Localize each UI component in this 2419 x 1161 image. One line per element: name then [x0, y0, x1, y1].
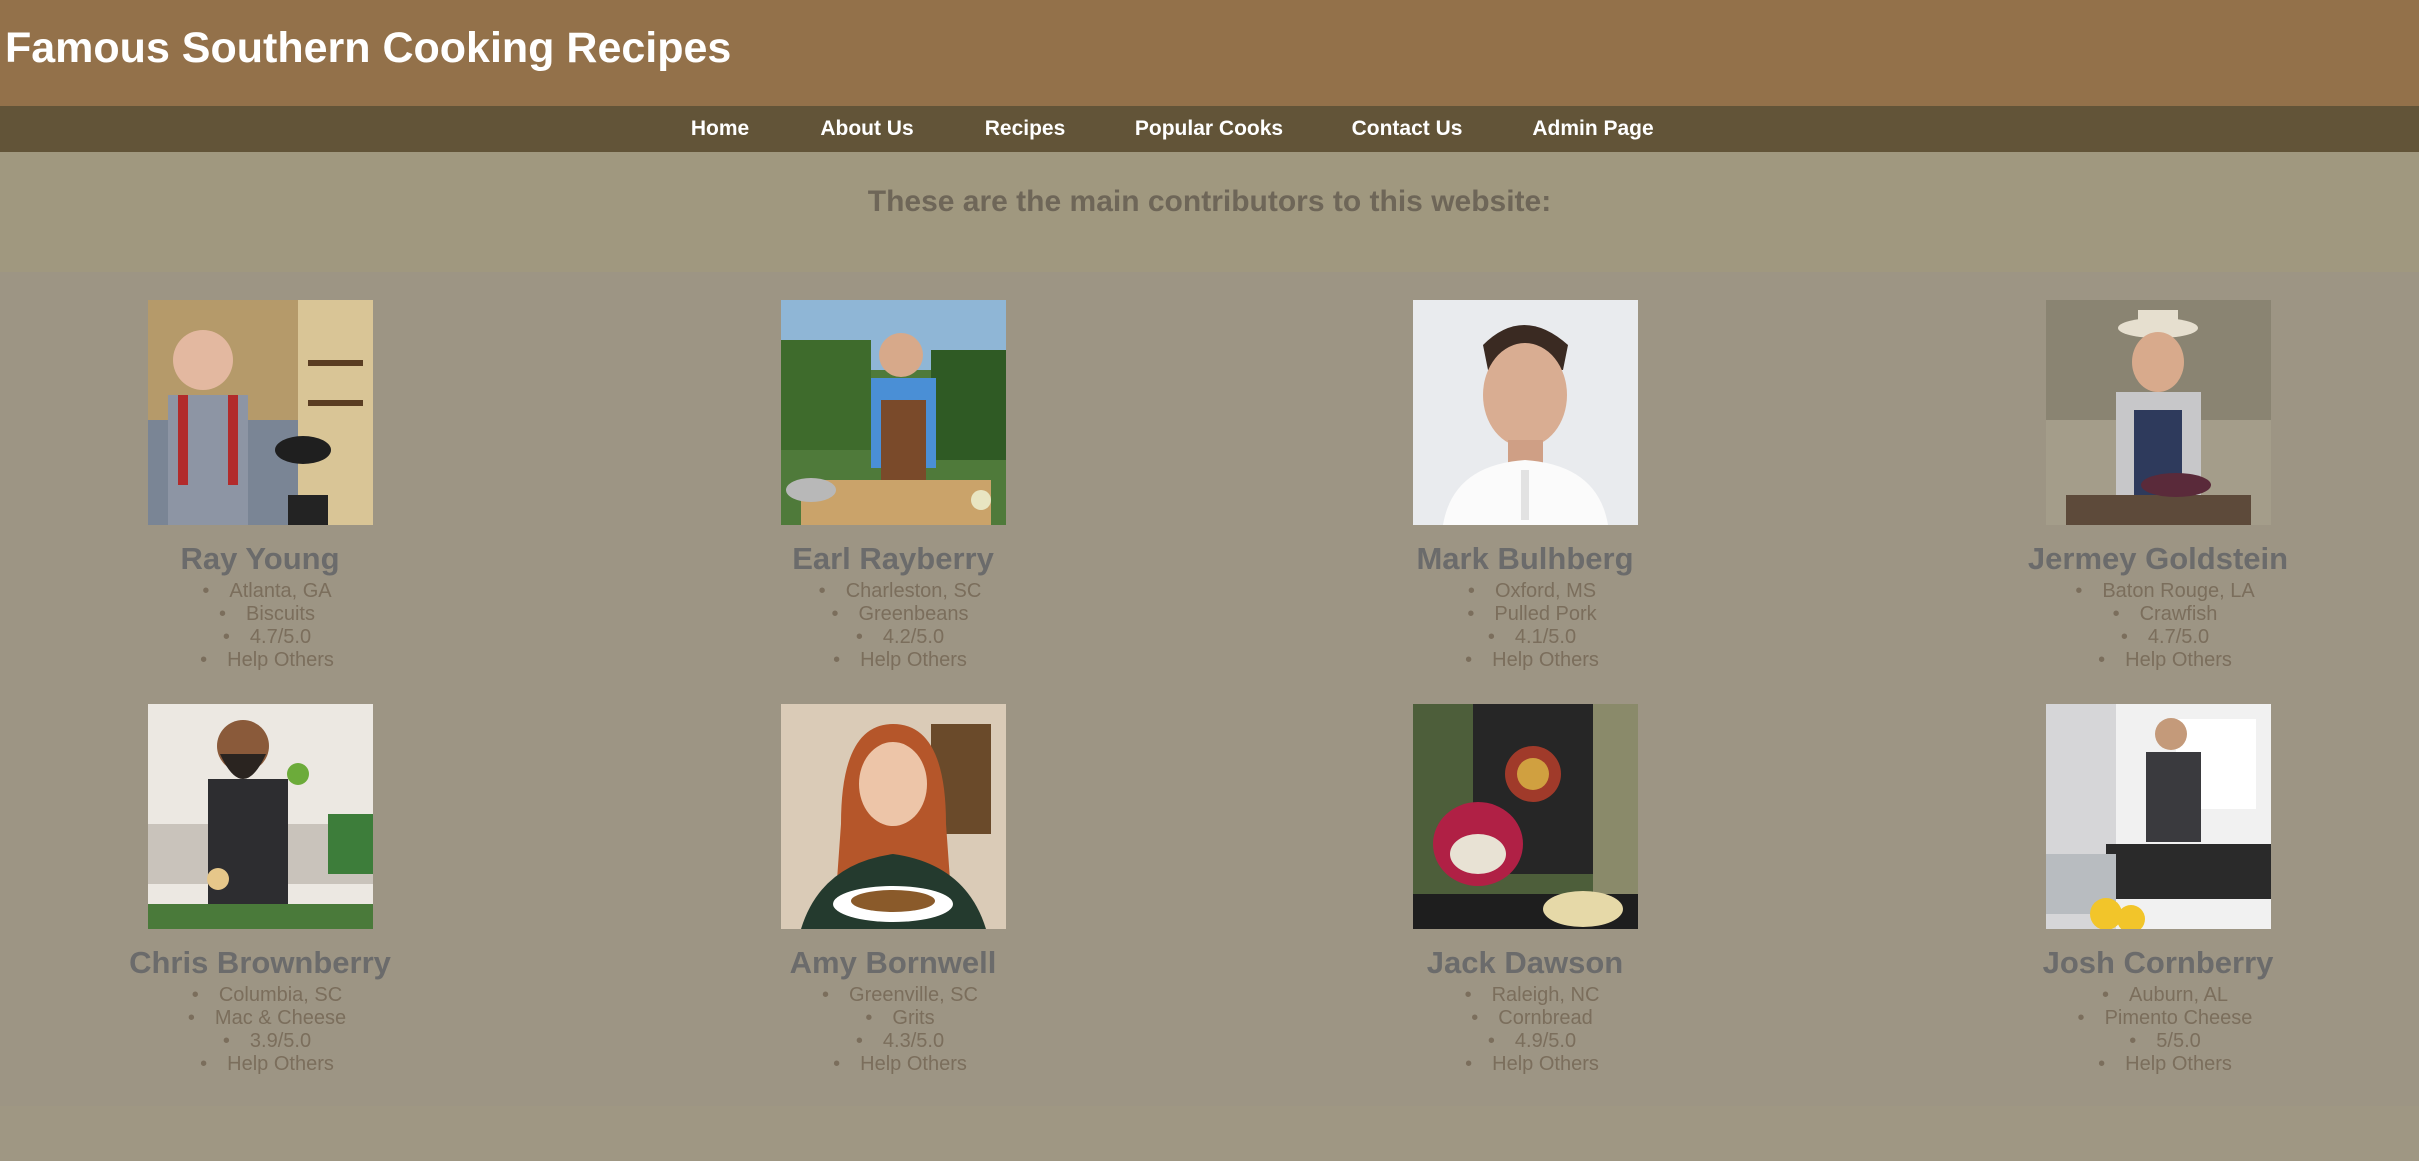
cook-location: Greenville, SC — [593, 984, 1207, 1007]
cook-card: Jermey Goldstein Baton Rouge, LA Crawfis… — [1858, 300, 2419, 700]
cook-details-list: Raleigh, NC Cornbread 4.9/5.0 Help Other… — [1225, 984, 1839, 1076]
cook-name: Jermey Goldstein — [2027, 541, 2289, 576]
cook-rating: 4.3/5.0 — [593, 1030, 1207, 1053]
cook-photo — [2046, 300, 2271, 525]
cook-photo — [781, 704, 1006, 929]
cook-specialty: Crawfish — [1858, 603, 2419, 626]
cook-details-list: Baton Rouge, LA Crawfish 4.7/5.0 Help Ot… — [1858, 580, 2419, 672]
cook-location: Auburn, AL — [1858, 984, 2419, 1007]
cook-rating: 4.9/5.0 — [1225, 1030, 1839, 1053]
nav-home[interactable]: Home — [691, 106, 749, 152]
cook-rating: 4.2/5.0 — [593, 626, 1207, 649]
cook-location: Columbia, SC — [0, 984, 574, 1007]
cook-card: Josh Cornberry Auburn, AL Pimento Cheese… — [1858, 704, 2419, 1104]
cook-card: Chris Brownberry Columbia, SC Mac & Chee… — [0, 704, 560, 1104]
cook-specialty: Grits — [593, 1007, 1207, 1030]
cook-name: Ray Young — [180, 541, 340, 576]
cook-rating: 3.9/5.0 — [0, 1030, 574, 1053]
cook-location: Atlanta, GA — [0, 580, 574, 603]
cook-location: Raleigh, NC — [1225, 984, 1839, 1007]
nav-about-us[interactable]: About Us — [820, 106, 913, 152]
cook-photo-image — [2046, 300, 2271, 525]
cook-specialty: Mac & Cheese — [0, 1007, 574, 1030]
cook-photo — [1413, 704, 1638, 929]
nav-admin-page[interactable]: Admin Page — [1532, 106, 1653, 152]
cook-rating: 5/5.0 — [1858, 1030, 2419, 1053]
cook-location: Charleston, SC — [593, 580, 1207, 603]
cook-photo — [781, 300, 1006, 525]
nav-popular-cooks[interactable]: Popular Cooks — [1135, 106, 1283, 152]
cook-help-others: Help Others — [593, 649, 1207, 672]
cook-help-others: Help Others — [1858, 649, 2419, 672]
cook-details-list: Greenville, SC Grits 4.3/5.0 Help Others — [593, 984, 1207, 1076]
cook-location: Oxford, MS — [1225, 580, 1839, 603]
cook-specialty: Pimento Cheese — [1858, 1007, 2419, 1030]
cook-specialty: Biscuits — [0, 603, 574, 626]
cook-photo — [1413, 300, 1638, 525]
cook-photo-image — [148, 704, 373, 929]
cook-specialty: Greenbeans — [593, 603, 1207, 626]
cook-card: Mark Bulhberg Oxford, MS Pulled Pork 4.1… — [1225, 300, 1825, 700]
cook-photo — [148, 300, 373, 525]
cook-card: Ray Young Atlanta, GA Biscuits 4.7/5.0 H… — [0, 300, 560, 700]
cook-photo-image — [781, 704, 1006, 929]
cook-photo-image — [781, 300, 1006, 525]
intro-heading: These are the main contributors to this … — [867, 185, 1552, 218]
cooks-grid: Ray Young Atlanta, GA Biscuits 4.7/5.0 H… — [0, 272, 2419, 1106]
cook-photo-image — [148, 300, 373, 525]
cook-card: Jack Dawson Raleigh, NC Cornbread 4.9/5.… — [1225, 704, 1825, 1104]
cook-details-list: Oxford, MS Pulled Pork 4.1/5.0 Help Othe… — [1225, 580, 1839, 672]
cook-rating: 4.1/5.0 — [1225, 626, 1839, 649]
cook-name: Josh Cornberry — [2042, 945, 2274, 980]
cook-help-others: Help Others — [1858, 1053, 2419, 1076]
cook-details-list: Atlanta, GA Biscuits 4.7/5.0 Help Others — [0, 580, 574, 672]
intro-section: These are the main contributors to this … — [0, 152, 2419, 272]
cook-rating: 4.7/5.0 — [0, 626, 574, 649]
nav-contact-us[interactable]: Contact Us — [1352, 106, 1463, 152]
cook-photo-image — [2046, 704, 2271, 929]
cook-photo-image — [1413, 300, 1638, 525]
cook-photo — [2046, 704, 2271, 929]
cook-help-others: Help Others — [0, 649, 574, 672]
site-title: Famous Southern Cooking Recipes — [5, 24, 732, 72]
cook-photo — [148, 704, 373, 929]
main-nav: Home About Us Recipes Popular Cooks Cont… — [0, 106, 2419, 152]
cook-details-list: Columbia, SC Mac & Cheese 3.9/5.0 Help O… — [0, 984, 574, 1076]
cook-specialty: Cornbread — [1225, 1007, 1839, 1030]
cook-name: Amy Bornwell — [789, 945, 997, 980]
nav-recipes[interactable]: Recipes — [985, 106, 1066, 152]
cook-name: Earl Rayberry — [792, 541, 994, 576]
cook-help-others: Help Others — [593, 1053, 1207, 1076]
site-header: Famous Southern Cooking Recipes — [0, 0, 2419, 106]
cook-rating: 4.7/5.0 — [1858, 626, 2419, 649]
cook-name: Mark Bulhberg — [1416, 541, 1634, 576]
cook-specialty: Pulled Pork — [1225, 603, 1839, 626]
cook-name: Chris Brownberry — [129, 945, 391, 980]
cook-help-others: Help Others — [1225, 649, 1839, 672]
cook-photo-image — [1413, 704, 1638, 929]
cook-card: Amy Bornwell Greenville, SC Grits 4.3/5.… — [593, 704, 1193, 1104]
cook-help-others: Help Others — [0, 1053, 574, 1076]
cook-help-others: Help Others — [1225, 1053, 1839, 1076]
cook-name: Jack Dawson — [1426, 945, 1624, 980]
cook-details-list: Auburn, AL Pimento Cheese 5/5.0 Help Oth… — [1858, 984, 2419, 1076]
cook-details-list: Charleston, SC Greenbeans 4.2/5.0 Help O… — [593, 580, 1207, 672]
cook-location: Baton Rouge, LA — [1858, 580, 2419, 603]
cook-card: Earl Rayberry Charleston, SC Greenbeans … — [593, 300, 1193, 700]
